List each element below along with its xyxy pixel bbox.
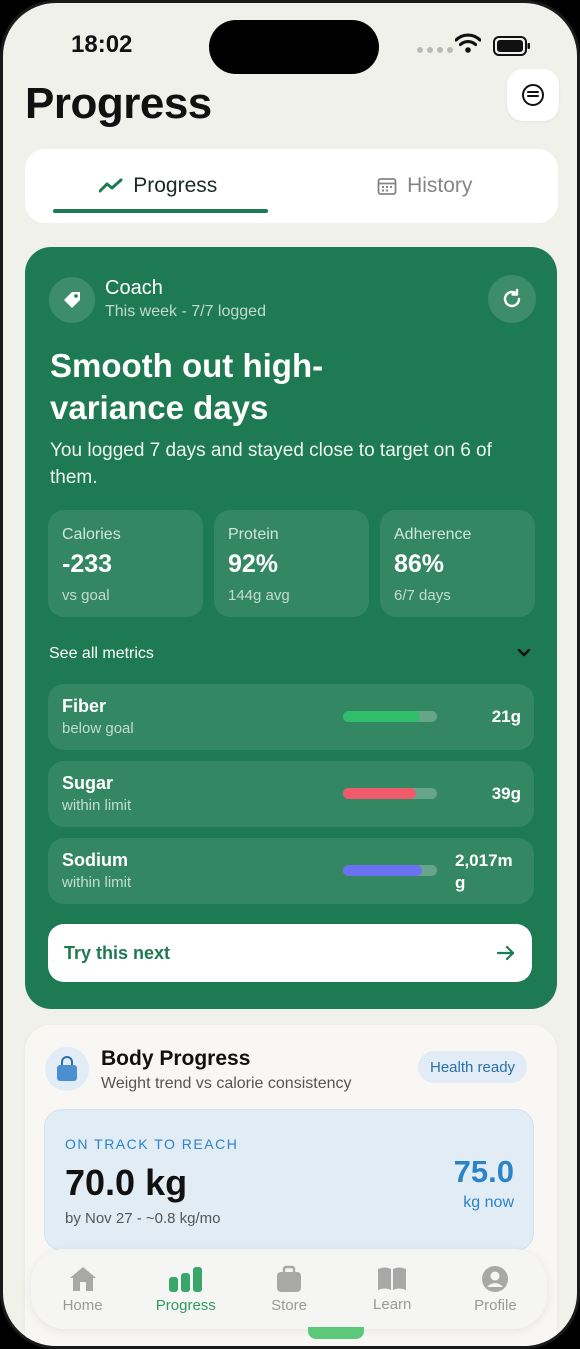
stat-card-adherence: Adherence 86% 6/7 days bbox=[380, 510, 535, 617]
weight-goal-panel: ON TRACK TO REACH 70.0 kg by Nov 27 - ~0… bbox=[44, 1109, 534, 1251]
bottom-tab-bar: Home Progress Store Learn Profile bbox=[31, 1249, 547, 1329]
see-all-metrics-toggle[interactable]: See all metrics bbox=[49, 645, 154, 663]
current-weight-label: kg now bbox=[463, 1194, 514, 1211]
metric-progress-bar bbox=[343, 865, 437, 876]
health-ready-badge[interactable]: Health ready bbox=[418, 1051, 528, 1083]
metric-value: 21g bbox=[491, 707, 521, 726]
metric-progress-fill bbox=[343, 865, 422, 876]
chevron-down-icon[interactable] bbox=[516, 645, 532, 661]
status-time: 18:02 bbox=[71, 31, 133, 58]
leaf-tag-icon bbox=[64, 292, 80, 308]
track-label: ON TRACK TO REACH bbox=[65, 1136, 239, 1152]
metric-value: 39g bbox=[491, 784, 521, 803]
metric-progress-fill bbox=[343, 788, 417, 799]
metric-progress-bar bbox=[343, 711, 437, 722]
cellular-signal-icon bbox=[417, 47, 453, 53]
stat-card-protein: Protein 92% 144g avg bbox=[214, 510, 369, 617]
wifi-icon bbox=[455, 33, 481, 53]
trend-line-icon bbox=[99, 178, 123, 193]
bar-chart-icon bbox=[168, 1266, 202, 1292]
arrow-right-icon bbox=[496, 945, 515, 961]
nav-profile-label: Profile bbox=[474, 1296, 517, 1314]
goal-weight: 70.0 kg bbox=[65, 1162, 188, 1203]
stats-row: Calories -233 vs goal Protein 92% 144g a… bbox=[48, 510, 535, 617]
nav-store-label: Store bbox=[271, 1296, 307, 1314]
tab-history-label: History bbox=[407, 174, 473, 197]
body-progress-subtitle: Weight trend vs calorie consistency bbox=[101, 1075, 352, 1092]
goal-date: by Nov 27 - ~0.8 kg/mo bbox=[65, 1210, 221, 1227]
shopping-bag-icon bbox=[57, 1056, 77, 1081]
metric-row-sugar: Sugar within limit 39g bbox=[48, 761, 534, 827]
tab-progress[interactable]: Progress bbox=[25, 149, 292, 223]
coach-headline: Smooth out high-variance days bbox=[50, 347, 324, 426]
metric-name: Fiber bbox=[62, 696, 107, 716]
stat-sub: 144g avg bbox=[228, 587, 290, 604]
nav-store[interactable]: Store bbox=[237, 1249, 340, 1329]
nav-learn[interactable]: Learn bbox=[341, 1249, 444, 1329]
metric-value: 2,017mg bbox=[455, 851, 513, 892]
home-icon bbox=[69, 1266, 96, 1291]
refresh-icon bbox=[503, 288, 521, 308]
try-this-next-label: Try this next bbox=[64, 942, 171, 963]
stat-label: Calories bbox=[62, 526, 121, 543]
stat-value: 92% bbox=[228, 550, 279, 578]
nav-progress-label: Progress bbox=[155, 1296, 216, 1314]
current-weight: 75.0 bbox=[453, 1154, 514, 1189]
coach-card: Coach This week - 7/7 logged Smooth out … bbox=[25, 247, 557, 1009]
nav-profile[interactable]: Profile bbox=[444, 1249, 547, 1329]
stat-label: Adherence bbox=[394, 526, 472, 543]
calendar-icon bbox=[377, 178, 397, 195]
view-tabs: Progress History bbox=[25, 149, 558, 223]
coach-name: Coach bbox=[105, 277, 163, 299]
status-bar: 18:02 bbox=[3, 3, 577, 83]
briefcase-icon bbox=[277, 1265, 301, 1292]
stat-value: -233 bbox=[62, 550, 113, 578]
nav-home[interactable]: Home bbox=[31, 1249, 134, 1329]
metric-progress-fill bbox=[343, 711, 421, 722]
coach-avatar bbox=[49, 277, 95, 323]
refresh-button[interactable] bbox=[488, 275, 536, 323]
try-this-next-button[interactable]: Try this next bbox=[48, 924, 532, 982]
stat-sub: 6/7 days bbox=[394, 587, 451, 604]
stat-label: Protein bbox=[228, 526, 279, 543]
stat-sub: vs goal bbox=[62, 587, 110, 604]
stat-card-calories: Calories -233 vs goal bbox=[48, 510, 203, 617]
metric-progress-bar bbox=[343, 788, 437, 799]
profile-icon bbox=[482, 1265, 509, 1292]
coach-summary: You logged 7 days and stayed close to ta… bbox=[50, 440, 492, 488]
coach-week-summary: This week - 7/7 logged bbox=[105, 303, 266, 320]
nav-progress[interactable]: Progress bbox=[134, 1249, 237, 1329]
stat-value: 86% bbox=[394, 550, 445, 578]
bag-icon-badge bbox=[45, 1047, 89, 1091]
nav-learn-label: Learn bbox=[373, 1295, 412, 1313]
menu-icon bbox=[522, 84, 544, 106]
tab-progress-label: Progress bbox=[133, 174, 218, 197]
phone-screen: 18:02 Progress Progress History Coach Th… bbox=[0, 0, 580, 1349]
nav-home-label: Home bbox=[62, 1296, 103, 1314]
metric-name: Sugar bbox=[62, 773, 114, 793]
body-progress-title: Body Progress bbox=[101, 1047, 251, 1070]
book-icon bbox=[378, 1267, 407, 1290]
tab-history[interactable]: History bbox=[292, 149, 559, 223]
metric-row-sodium: Sodium within limit 2,017mg bbox=[48, 838, 534, 904]
scroll-peek-indicator bbox=[308, 1327, 364, 1339]
metric-status: within limit bbox=[62, 874, 132, 891]
menu-button[interactable] bbox=[507, 69, 559, 121]
battery-icon bbox=[493, 36, 530, 56]
page-title: Progress bbox=[25, 79, 212, 128]
metric-status: below goal bbox=[62, 720, 134, 737]
metric-row-fiber: Fiber below goal 21g bbox=[48, 684, 534, 750]
metric-status: within limit bbox=[62, 797, 132, 814]
dynamic-island bbox=[209, 20, 379, 74]
metric-name: Sodium bbox=[62, 850, 128, 870]
